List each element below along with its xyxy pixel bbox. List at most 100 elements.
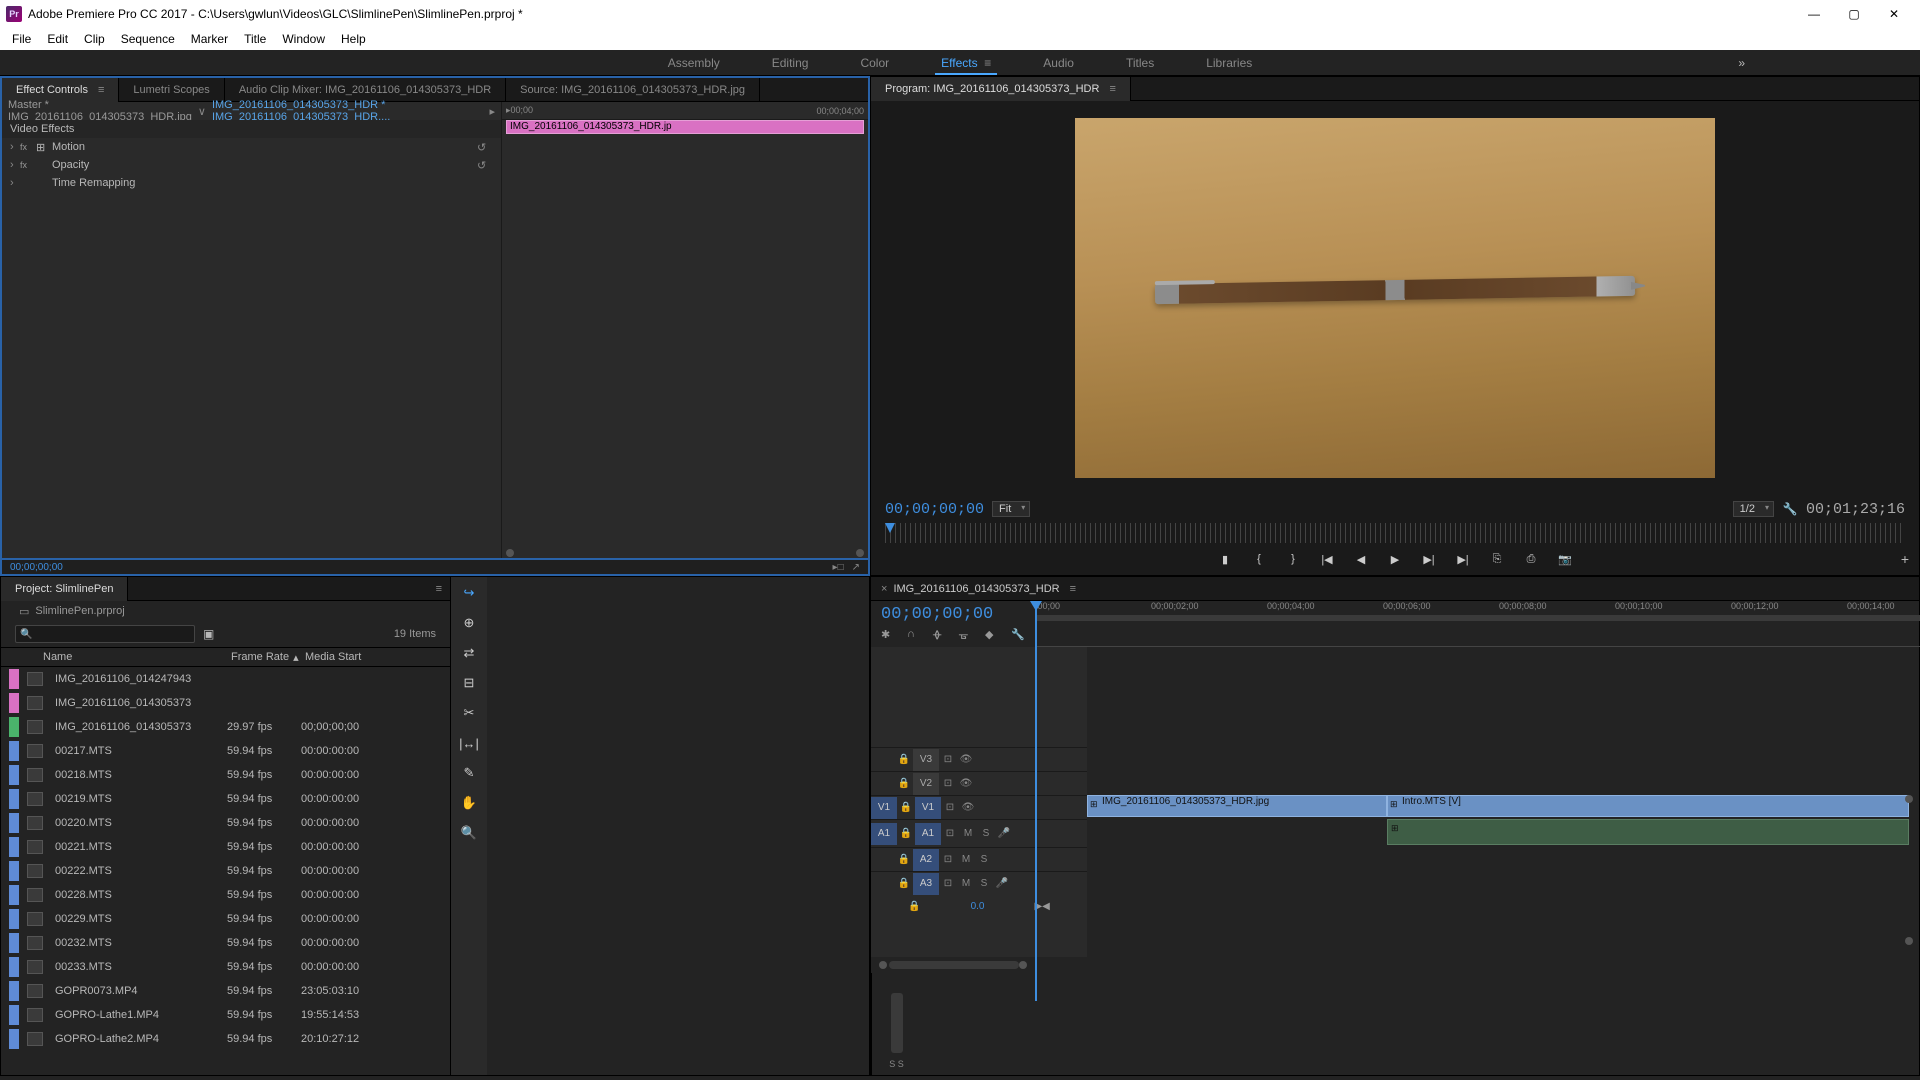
track-select-tool-icon[interactable]: ⊕: [459, 613, 479, 633]
project-row[interactable]: 00229.MTS59.94 fps00:00:00:00: [1, 907, 450, 931]
ec-foot-icon2[interactable]: ↗: [852, 562, 860, 573]
selection-tool-icon[interactable]: ↪: [459, 583, 479, 603]
settings-icon[interactable]: ◆: [985, 628, 999, 642]
panel-menu-icon[interactable]: ≡: [436, 583, 442, 595]
timeline-timecode[interactable]: 00;00;00;00: [881, 605, 1025, 624]
maximize-button[interactable]: ▢: [1834, 0, 1874, 28]
ec-row-opacity[interactable]: ›fxOpacity↺: [2, 156, 501, 174]
add-button-icon[interactable]: +: [1901, 551, 1909, 567]
reset-icon[interactable]: ↺: [477, 141, 493, 154]
tab-audio-mixer[interactable]: Audio Clip Mixer: IMG_20161106_014305373…: [225, 78, 506, 102]
panel-menu-icon[interactable]: ≡: [1070, 583, 1076, 595]
panel-menu-icon[interactable]: ≡: [98, 84, 104, 96]
lift-icon[interactable]: ⎘: [1489, 551, 1505, 567]
workspace-assembly[interactable]: Assembly: [662, 50, 726, 75]
col-media-start[interactable]: Media Start: [305, 651, 397, 663]
project-row[interactable]: GOPR0073.MP459.94 fps23:05:03:10: [1, 979, 450, 1003]
step-forward-icon[interactable]: ▶|: [1421, 551, 1437, 567]
tab-program[interactable]: Program: IMG_20161106_014305373_HDR≡: [871, 77, 1131, 101]
timeline-sequence-tab[interactable]: IMG_20161106_014305373_HDR: [893, 583, 1059, 595]
eye-icon[interactable]: 👁: [957, 754, 975, 765]
menu-window[interactable]: Window: [274, 28, 333, 50]
hand-tool-icon[interactable]: ✋: [459, 793, 479, 813]
workspace-titles[interactable]: Titles: [1120, 50, 1160, 75]
program-playhead[interactable]: [885, 523, 895, 533]
menu-sequence[interactable]: Sequence: [113, 28, 183, 50]
rate-stretch-tool-icon[interactable]: ⊟: [459, 673, 479, 693]
project-row[interactable]: 00233.MTS59.94 fps00:00:00:00: [1, 955, 450, 979]
zoom-tool-icon[interactable]: 🔍: [459, 823, 479, 843]
slip-tool-icon[interactable]: |↔|: [459, 733, 479, 753]
workspace-color[interactable]: Color: [854, 50, 895, 75]
sync-icon[interactable]: ⊡: [939, 754, 957, 765]
project-row[interactable]: GOPRO-Lathe1.MP459.94 fps19:55:14:53: [1, 1003, 450, 1027]
voiceover-icon[interactable]: 🎤: [995, 828, 1013, 839]
program-timecode-left[interactable]: 00;00;00;00: [885, 501, 984, 518]
menu-file[interactable]: File: [4, 28, 39, 50]
program-scrubber[interactable]: [885, 523, 1905, 543]
ec-clip-bar[interactable]: IMG_20161106_014305373_HDR.jp: [506, 120, 864, 134]
project-search-input[interactable]: 🔍: [15, 625, 195, 643]
tab-effect-controls[interactable]: Effect Controls≡: [2, 78, 119, 102]
workspace-editing[interactable]: Editing: [766, 50, 815, 75]
timeline-ruler[interactable]: ;00;0000;00;02;0000;00;04;0000;00;06;000…: [1035, 601, 1920, 647]
panel-menu-icon[interactable]: ≡: [1109, 83, 1115, 95]
source-v1[interactable]: V1: [871, 797, 897, 819]
project-row[interactable]: 00221.MTS59.94 fps00:00:00:00: [1, 835, 450, 859]
mark-out-right-icon[interactable]: }: [1285, 551, 1301, 567]
timeline-clip-intro-a[interactable]: ⊞: [1387, 819, 1909, 845]
track-v3[interactable]: 🔒V3⊡👁: [871, 747, 1087, 771]
timeline-clip-img[interactable]: IMG_20161106_014305373_HDR.jpg: [1087, 795, 1387, 817]
col-name[interactable]: Name: [1, 651, 231, 663]
lock-all-icon[interactable]: 🔒: [908, 901, 920, 912]
tab-project[interactable]: Project: SlimlinePen: [1, 577, 128, 601]
workspace-overflow-icon[interactable]: »: [1738, 56, 1745, 70]
ec-ruler[interactable]: ▸00;0000;00;04;00: [502, 102, 868, 120]
extract-icon[interactable]: ⎙: [1523, 551, 1539, 567]
track-a2[interactable]: 🔒A2⊡MS: [871, 847, 1087, 871]
ec-row-motion[interactable]: ›fx⊞Motion↺: [2, 138, 501, 156]
project-row[interactable]: 00218.MTS59.94 fps00:00:00:00: [1, 763, 450, 787]
minimize-button[interactable]: —: [1794, 0, 1834, 28]
menu-edit[interactable]: Edit: [39, 28, 76, 50]
scroll-handle-right[interactable]: [856, 549, 864, 557]
mark-in-icon[interactable]: ▮: [1217, 551, 1233, 567]
razor-tool-icon[interactable]: ✂: [459, 703, 479, 723]
menu-title[interactable]: Title: [236, 28, 274, 50]
project-row[interactable]: 00232.MTS59.94 fps00:00:00:00: [1, 931, 450, 955]
zoom-fit-dropdown[interactable]: Fit: [992, 501, 1030, 517]
ripple-tool-icon[interactable]: ⇄: [459, 643, 479, 663]
project-row[interactable]: 00222.MTS59.94 fps00:00:00:00: [1, 859, 450, 883]
menu-marker[interactable]: Marker: [183, 28, 236, 50]
workspace-audio[interactable]: Audio: [1037, 50, 1080, 75]
ec-row-timeremap[interactable]: ›Time Remapping: [2, 174, 501, 192]
close-button[interactable]: ✕: [1874, 0, 1914, 28]
export-frame-icon[interactable]: 📷: [1557, 551, 1573, 567]
project-row[interactable]: 00228.MTS59.94 fps00:00:00:00: [1, 883, 450, 907]
project-row[interactable]: 00220.MTS59.94 fps00:00:00:00: [1, 811, 450, 835]
workspace-libraries[interactable]: Libraries: [1200, 50, 1258, 75]
timeline-track-area[interactable]: IMG_20161106_014305373_HDR.jpg Intro.MTS…: [1087, 647, 1919, 957]
go-prev-icon[interactable]: |◀: [1319, 551, 1335, 567]
timeline-scrollbar[interactable]: [871, 957, 1919, 973]
marker-icon[interactable]: ᚗ: [959, 628, 973, 642]
project-row[interactable]: 00219.MTS59.94 fps00:00:00:00: [1, 787, 450, 811]
project-row[interactable]: 00217.MTS59.94 fps00:00:00:00: [1, 739, 450, 763]
workspace-menu-icon[interactable]: ≡: [978, 56, 992, 70]
step-back-icon[interactable]: ◀: [1353, 551, 1369, 567]
snap-icon[interactable]: ✱: [881, 628, 895, 642]
track-a3[interactable]: 🔒A3⊡MS🎤: [871, 871, 1087, 895]
pen-tool-icon[interactable]: ✎: [459, 763, 479, 783]
settings-wrench-icon[interactable]: 🔧: [1782, 502, 1798, 516]
play-icon[interactable]: ▶: [1387, 551, 1403, 567]
track-scroll-v[interactable]: [1905, 795, 1913, 803]
timeline-playhead[interactable]: [1035, 601, 1037, 1001]
project-row[interactable]: GOPRO-Lathe2.MP459.94 fps20:10:27:12: [1, 1027, 450, 1051]
project-row[interactable]: IMG_20161106_01430537329.97 fps00;00;00;…: [1, 715, 450, 739]
timeline-clip-intro-v[interactable]: Intro.MTS [V]: [1387, 795, 1909, 817]
project-row[interactable]: IMG_20161106_014305373: [1, 691, 450, 715]
track-v1[interactable]: V1🔒V1⊡👁: [871, 795, 1087, 819]
track-a1[interactable]: A1🔒A1⊡MS🎤: [871, 819, 1087, 847]
ec-keyframe-area[interactable]: ▸00;0000;00;04;00 IMG_20161106_014305373…: [502, 102, 868, 558]
track-v2[interactable]: 🔒V2⊡👁: [871, 771, 1087, 795]
